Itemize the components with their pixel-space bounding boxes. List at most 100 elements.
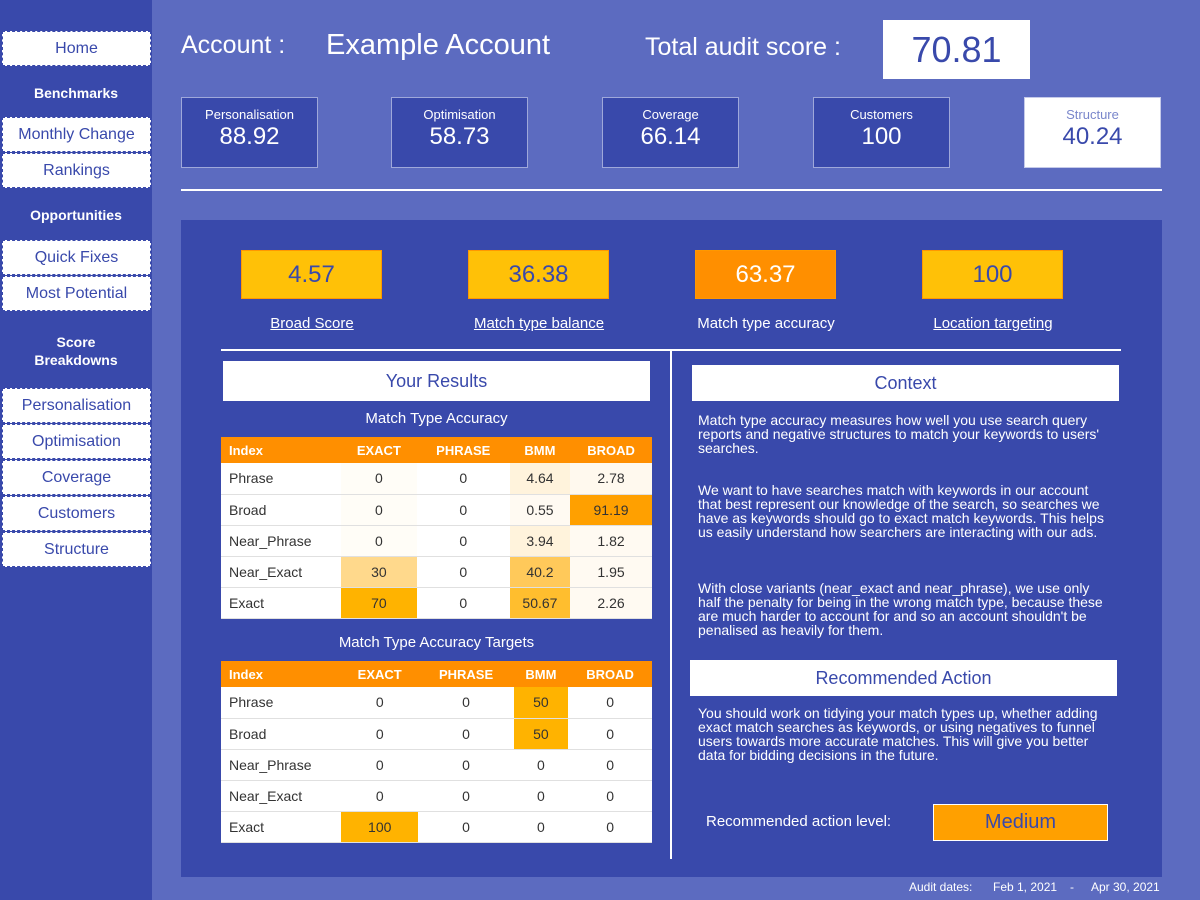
- kpi-value: 40.24: [1062, 123, 1123, 150]
- kpi-value: 58.73: [429, 123, 490, 150]
- row-index: Near_Exact: [221, 780, 341, 812]
- row-index: Near_Phrase: [221, 525, 341, 557]
- cell: 0: [416, 525, 510, 557]
- nav-heading-score-breakdowns: Score Breakdowns: [34, 334, 118, 368]
- panel-vertical-divider: [670, 351, 672, 859]
- col-phrase: PHRASE: [416, 437, 510, 463]
- nav-customers[interactable]: Customers: [2, 496, 151, 531]
- audit-dates-label: Audit dates:: [909, 880, 973, 894]
- col-broad: BROAD: [570, 437, 652, 463]
- kpi-label: Customers: [850, 107, 913, 122]
- cell: 70: [341, 587, 417, 619]
- cell: 0: [341, 780, 419, 812]
- cell: 3.94: [509, 525, 571, 557]
- table-header-row: Index EXACT PHRASE BMM BROAD: [221, 437, 652, 463]
- nav-quick-fixes[interactable]: Quick Fixes: [2, 240, 151, 275]
- cell: 0: [418, 718, 514, 750]
- total-score-value: 70.81: [883, 20, 1030, 79]
- nav-coverage[interactable]: Coverage: [2, 460, 151, 495]
- cell: 0: [416, 556, 510, 588]
- table-row: Near_Exact 30 0 40.2 1.95: [221, 556, 652, 588]
- row-index: Exact: [221, 587, 341, 619]
- cell: 2.26: [570, 587, 652, 619]
- recommended-action-text: You should work on tidying your match ty…: [698, 705, 1098, 763]
- context-paragraph-3: With close variants (near_exact and near…: [698, 580, 1103, 638]
- recommended-action-title: Recommended Action: [690, 660, 1117, 696]
- metric-broad-score: 4.57: [241, 250, 382, 299]
- cell: 0: [341, 525, 417, 557]
- context-paragraph-2: We want to have searches match with keyw…: [698, 482, 1104, 540]
- cell: 4.64: [509, 463, 571, 495]
- nav-monthly-change[interactable]: Monthly Change: [2, 117, 151, 152]
- cell: 30: [341, 556, 417, 588]
- nav-most-potential[interactable]: Most Potential: [2, 276, 151, 311]
- cell: 50: [513, 718, 569, 750]
- header-divider: [181, 189, 1162, 191]
- accuracy-table-title: Match Type Accuracy: [365, 410, 508, 427]
- col-phrase: PHRASE: [418, 661, 514, 687]
- cell: 0: [513, 811, 569, 843]
- cell: 0: [418, 811, 514, 843]
- audit-start-date: Feb 1, 2021: [993, 880, 1058, 894]
- table-row: Broad 0 0 0.55 91.19: [221, 494, 652, 526]
- cell: 0: [568, 811, 652, 843]
- link-match-type-balance[interactable]: Match type balance: [444, 315, 634, 332]
- kpi-coverage[interactable]: Coverage 66.14: [602, 97, 739, 168]
- table-row: Exact 100 0 0 0: [221, 811, 652, 843]
- account-name: Example Account: [326, 29, 551, 61]
- table-row: Phrase 0 0 4.64 2.78: [221, 463, 652, 495]
- nav-heading-opportunities: Opportunities: [30, 207, 122, 223]
- targets-table-title: Match Type Accuracy Targets: [338, 634, 535, 651]
- cell: 0: [341, 718, 419, 750]
- audit-dates-separator: -: [1070, 880, 1074, 894]
- cell: 0: [341, 749, 419, 781]
- cell: 0: [341, 687, 419, 719]
- cell: 0: [341, 463, 417, 495]
- cell: 50.67: [509, 587, 571, 619]
- kpi-label: Optimisation: [423, 107, 496, 122]
- main-panel: 4.57 36.38 63.37 100 Broad Score Match t…: [181, 220, 1162, 877]
- metric-match-type-balance: 36.38: [468, 250, 609, 299]
- cell: 1.95: [570, 556, 652, 588]
- col-exact: EXACT: [341, 437, 417, 463]
- cell: 0: [513, 780, 569, 812]
- row-index: Phrase: [221, 463, 341, 495]
- kpi-label: Personalisation: [205, 107, 294, 122]
- nav-rankings[interactable]: Rankings: [2, 153, 151, 188]
- cell: 0: [416, 463, 510, 495]
- kpi-optimisation[interactable]: Optimisation 58.73: [391, 97, 528, 168]
- accuracy-table: Index EXACT PHRASE BMM BROAD Phrase 0 0 …: [221, 437, 652, 619]
- cell: 100: [341, 811, 419, 843]
- kpi-personalisation[interactable]: Personalisation 88.92: [181, 97, 318, 168]
- table-row: Phrase 0 0 50 0: [221, 687, 652, 719]
- total-score-label: Total audit score :: [645, 33, 841, 61]
- kpi-structure[interactable]: Structure 40.24: [1024, 97, 1161, 168]
- cell: 50: [513, 687, 569, 719]
- cell: 91.19: [570, 494, 652, 526]
- audit-end-date: Apr 30, 2021: [1091, 880, 1160, 894]
- cell: 0: [416, 587, 510, 619]
- link-broad-score[interactable]: Broad Score: [217, 315, 407, 332]
- context-paragraph-1: Match type accuracy measures how well yo…: [698, 412, 1100, 456]
- row-index: Broad: [221, 718, 341, 750]
- cell: 1.82: [570, 525, 652, 557]
- cell: 0: [418, 687, 514, 719]
- col-index: Index: [221, 661, 341, 687]
- cell: 0: [568, 749, 652, 781]
- nav-home[interactable]: Home: [2, 31, 151, 66]
- nav-personalisation[interactable]: Personalisation: [2, 388, 151, 423]
- cell: 0: [341, 494, 417, 526]
- row-index: Near_Phrase: [221, 749, 341, 781]
- col-index: Index: [221, 437, 341, 463]
- row-index: Broad: [221, 494, 341, 526]
- nav-optimisation[interactable]: Optimisation: [2, 424, 151, 459]
- col-exact: EXACT: [341, 661, 419, 687]
- table-row: Near_Exact 0 0 0 0: [221, 780, 652, 812]
- action-level-label: Recommended action level:: [706, 813, 892, 830]
- kpi-customers[interactable]: Customers 100: [813, 97, 950, 168]
- table-row: Near_Phrase 0 0 0 0: [221, 749, 652, 781]
- sidebar: Home Benchmarks Monthly Change Rankings …: [0, 0, 152, 900]
- link-location-targeting[interactable]: Location targeting: [898, 315, 1088, 332]
- nav-structure[interactable]: Structure: [2, 532, 151, 567]
- cell: 40.2: [509, 556, 571, 588]
